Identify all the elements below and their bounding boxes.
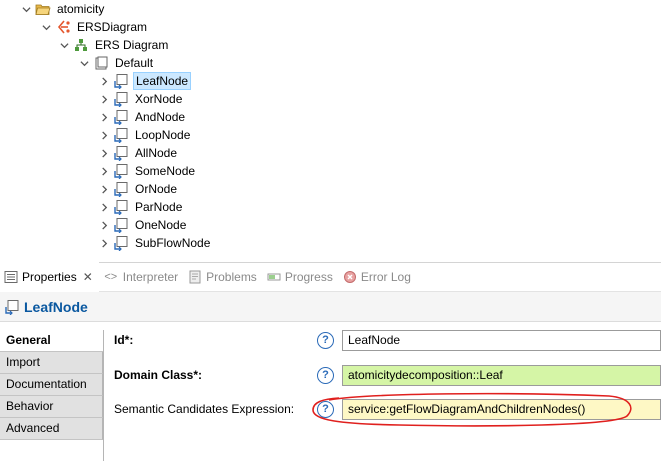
chevron-down-icon[interactable] (58, 36, 70, 54)
id-field[interactable]: LeafNode (342, 329, 661, 351)
field-row-semantic-candidates: Semantic Candidates Expression: ? servic… (105, 397, 661, 421)
node-mapping-icon (113, 217, 129, 233)
section-tab-general[interactable]: General (0, 330, 103, 352)
tree-label: XorNode (135, 92, 183, 106)
id-label: Id*: (114, 333, 134, 347)
ers-diagram-icon (55, 19, 71, 35)
chevron-down-icon[interactable] (20, 0, 32, 18)
tree-item-node[interactable]: OrNode (98, 180, 179, 198)
chevron-right-icon[interactable] (98, 126, 110, 144)
tree-item-node[interactable]: XorNode (98, 90, 184, 108)
tab-properties[interactable]: Properties ✕ (0, 262, 99, 292)
tree-item-ers-diagram[interactable]: ERS Diagram (58, 36, 170, 54)
progress-icon (267, 270, 281, 284)
node-mapping-icon (113, 73, 129, 89)
close-icon[interactable]: ✕ (83, 270, 93, 284)
tree-label: OrNode (135, 182, 178, 196)
tree-label: SubFlowNode (135, 236, 211, 250)
node-mapping-icon (113, 181, 129, 197)
tab-label: Problems (206, 270, 257, 284)
chevron-right-icon[interactable] (98, 108, 110, 126)
tab-progress[interactable]: Progress (263, 262, 339, 292)
section-tab-advanced[interactable]: Advanced (0, 418, 103, 440)
properties-title-bar: LeafNode (0, 292, 661, 322)
chevron-right-icon[interactable] (98, 162, 110, 180)
chevron-right-icon[interactable] (98, 198, 110, 216)
chevron-right-icon[interactable] (98, 90, 110, 108)
tab-label: Properties (22, 270, 77, 284)
problems-icon (188, 270, 202, 284)
node-mapping-icon (113, 127, 129, 143)
domain-class-field[interactable]: atomicitydecomposition::Leaf (342, 364, 661, 386)
tab-error-log[interactable]: Error Log (339, 262, 417, 292)
tree-label: atomicity (57, 2, 105, 16)
chevron-right-icon[interactable] (98, 144, 110, 162)
chevron-right-icon[interactable] (98, 234, 110, 252)
properties-icon (4, 270, 18, 284)
general-properties-form: Id*: ? LeafNode Domain Class*: ? atomici… (105, 322, 661, 461)
tree-item-node[interactable]: OneNode (98, 216, 188, 234)
tree-item-ersdiagram[interactable]: ERSDiagram (40, 18, 149, 36)
node-mapping-icon (113, 91, 129, 107)
tree-label: OneNode (135, 218, 187, 232)
tree-item-node[interactable]: AllNode (98, 144, 179, 162)
tree-label: LoopNode (135, 128, 191, 142)
property-section-tabs: General Import Documentation Behavior Ad… (0, 330, 104, 461)
section-tab-documentation[interactable]: Documentation (0, 374, 103, 396)
node-mapping-icon (113, 109, 129, 125)
diagram-hierarchy-icon (73, 37, 89, 53)
field-row-domain-class: Domain Class*: ? atomicitydecomposition:… (105, 363, 661, 387)
chevron-right-icon[interactable] (98, 72, 110, 90)
node-mapping-icon (113, 145, 129, 161)
tree-label: ERS Diagram (95, 38, 169, 52)
tree-label: ERSDiagram (77, 20, 148, 34)
interpreter-icon: <> (104, 271, 118, 283)
tree-item-node[interactable]: AndNode (98, 108, 187, 126)
tree-item-default[interactable]: Default (78, 54, 155, 72)
section-tab-behavior[interactable]: Behavior (0, 396, 103, 418)
view-tab-bar: Properties ✕ <> Interpreter Problems Pro… (0, 262, 661, 292)
page-title: LeafNode (24, 298, 88, 315)
tab-label: Interpreter (122, 270, 179, 284)
node-mapping-icon (113, 235, 129, 251)
field-row-id: Id*: ? LeafNode (105, 328, 661, 352)
tree-item-node[interactable]: ParNode (98, 198, 184, 216)
folder-open-icon (35, 1, 51, 17)
tab-label: Progress (284, 270, 333, 284)
tree-label: LeafNode (133, 72, 192, 90)
semantic-candidates-label: Semantic Candidates Expression: (114, 402, 295, 416)
chevron-right-icon[interactable] (98, 180, 110, 198)
layer-icon (93, 55, 109, 71)
tree-label: ParNode (135, 200, 183, 214)
tree-label: AndNode (135, 110, 186, 124)
section-tab-import[interactable]: Import (0, 352, 103, 374)
help-icon[interactable]: ? (317, 366, 334, 384)
tree-item-node[interactable]: LeafNode (98, 72, 192, 90)
tree-item-node[interactable]: LoopNode (98, 126, 192, 144)
node-mapping-icon (113, 199, 129, 215)
tab-problems[interactable]: Problems (184, 262, 263, 292)
chevron-down-icon[interactable] (40, 18, 52, 36)
semantic-candidates-field[interactable]: service:getFlowDiagramAndChildrenNodes() (342, 398, 661, 420)
tree-item-atomicity[interactable]: atomicity (20, 0, 106, 18)
tree-item-node[interactable]: SubFlowNode (98, 234, 212, 252)
help-icon[interactable]: ? (317, 331, 334, 349)
tree-item-node[interactable]: SomeNode (98, 162, 197, 180)
node-mapping-icon (113, 163, 129, 179)
leaf-node-icon (4, 299, 20, 315)
chevron-right-icon[interactable] (98, 216, 110, 234)
model-tree: atomicity ERSDiagram ERS Diagram Default… (0, 0, 661, 258)
tree-label: Default (115, 56, 154, 70)
tab-label: Error Log (360, 270, 411, 284)
domain-class-label: Domain Class*: (114, 368, 203, 382)
tree-label: SomeNode (135, 164, 196, 178)
tab-interpreter[interactable]: <> Interpreter (99, 262, 184, 292)
error-log-icon (343, 270, 357, 284)
tree-label: AllNode (135, 146, 178, 160)
help-icon[interactable]: ? (317, 400, 334, 418)
chevron-down-icon[interactable] (78, 54, 90, 72)
